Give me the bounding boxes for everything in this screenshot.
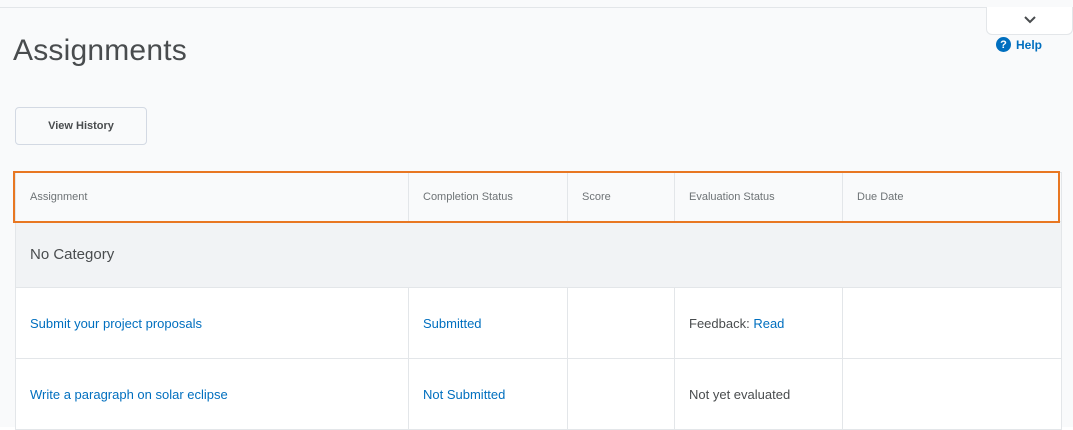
column-header-completion-status: Completion Status	[408, 172, 568, 222]
table-row: Write a paragraph on solar eclipse Not S…	[15, 358, 1062, 430]
completion-status-link[interactable]: Submitted	[423, 316, 482, 331]
category-label: No Category	[15, 221, 1062, 288]
view-history-button[interactable]: View History	[15, 107, 147, 145]
chevron-down-icon	[1023, 16, 1036, 24]
evaluation-status-cell: Not yet evaluated	[674, 358, 843, 430]
help-label: Help	[1016, 37, 1043, 52]
score-cell	[567, 358, 675, 430]
help-circle-icon: ?	[996, 37, 1011, 52]
page-title: Assignments	[13, 34, 187, 67]
help-link[interactable]: ? Help	[996, 37, 1042, 52]
column-header-score: Score	[567, 172, 675, 222]
top-divider	[0, 7, 1073, 8]
collapse-toggle[interactable]	[986, 7, 1073, 35]
assignment-link[interactable]: Submit your project proposals	[30, 316, 202, 331]
completion-status-link[interactable]: Not Submitted	[423, 387, 505, 402]
due-date-cell	[842, 287, 1062, 359]
table-header-row: Assignment Completion Status Score Evalu…	[15, 172, 1062, 222]
score-cell	[567, 287, 675, 359]
evaluation-status-cell: Feedback: Read	[674, 287, 843, 359]
table-row: Submit your project proposals Submitted …	[15, 287, 1062, 359]
column-header-assignment: Assignment	[15, 172, 409, 222]
assignment-link[interactable]: Write a paragraph on solar eclipse	[30, 387, 228, 402]
evaluation-status-text: Not yet evaluated	[689, 386, 791, 402]
assignments-table: Assignment Completion Status Score Evalu…	[15, 172, 1062, 430]
page: Assignments ? Help View History Assignme…	[0, 0, 1073, 430]
due-date-cell	[842, 358, 1062, 430]
column-header-evaluation-status: Evaluation Status	[674, 172, 843, 222]
column-header-due-date: Due Date	[842, 172, 1062, 222]
category-row: No Category	[15, 221, 1062, 288]
evaluation-status-text: Feedback:	[689, 315, 754, 331]
feedback-read-link[interactable]: Read	[753, 316, 784, 331]
